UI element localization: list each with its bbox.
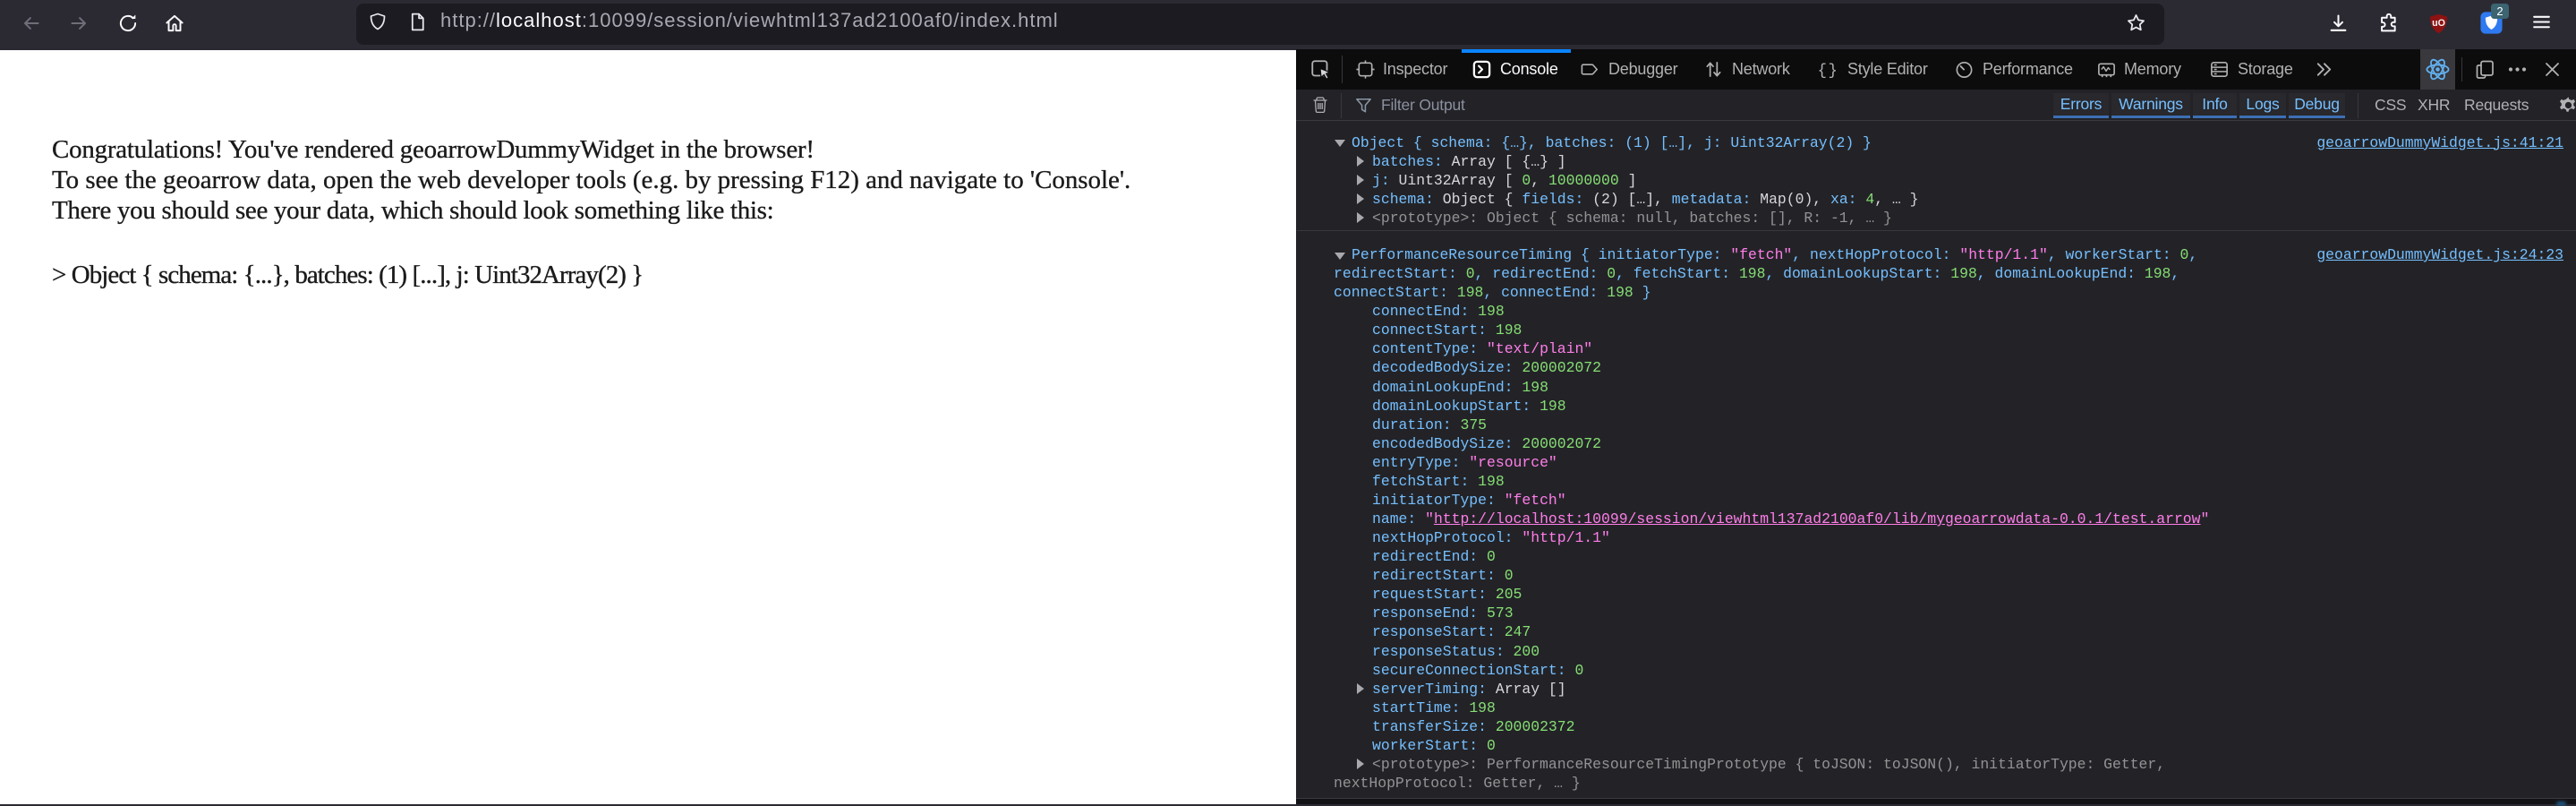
- svg-text:}: }: [1829, 63, 1838, 80]
- svg-text:uO: uO: [2432, 18, 2445, 29]
- svg-text:{: {: [1818, 63, 1827, 80]
